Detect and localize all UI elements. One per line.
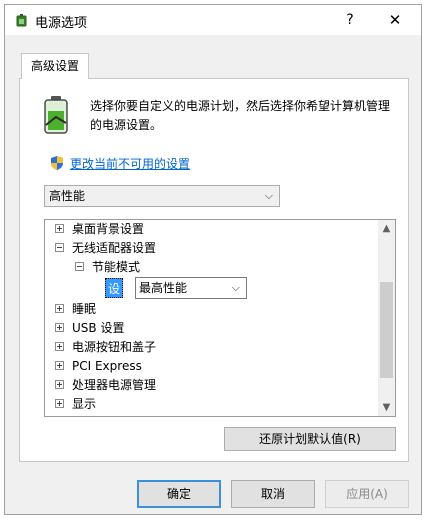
intro-text: 选择你要自定义的电源计划，然后选择你希望计算机管理的电源设置。 (90, 99, 391, 132)
settings-tree: 桌面背景设置 无线适配器设置 节能模式 设置 最高性能 ⌵ 睡眠 USB 设置 (44, 219, 396, 417)
tree-item-wireless-adapter[interactable]: 无线适配器设置 (55, 239, 156, 257)
battery-icon (44, 96, 68, 134)
tab-advanced-settings[interactable]: 高级设置 (21, 53, 89, 79)
tree-item-power-buttons-lid[interactable]: 电源按钮和盖子 (55, 338, 156, 356)
expand-icon[interactable] (55, 399, 64, 408)
power-plan-select[interactable]: 高性能 ⌵ (44, 185, 280, 207)
tree-item-sleep[interactable]: 睡眠 (55, 300, 96, 318)
restore-defaults-button[interactable]: 还原计划默认值(R) (224, 427, 396, 451)
scroll-thumb[interactable] (380, 282, 393, 378)
power-saving-mode-select[interactable]: 最高性能 ⌵ (135, 277, 247, 299)
help-button[interactable]: ? (337, 9, 363, 31)
ok-button[interactable]: 确定 (137, 480, 221, 508)
power-options-icon (16, 14, 27, 27)
expand-icon[interactable] (55, 224, 64, 233)
apply-button[interactable]: 应用(A) (325, 480, 409, 508)
expand-icon[interactable] (55, 342, 64, 351)
chevron-down-icon: ⌵ (264, 189, 273, 202)
change-unavailable-settings-link[interactable]: 更改当前不可用的设置 (70, 155, 190, 172)
scroll-up-arrow-icon[interactable]: ▲ (378, 220, 395, 237)
expand-icon[interactable] (55, 361, 64, 370)
close-button[interactable]: ✕ (380, 9, 410, 31)
uac-shield-icon (51, 156, 63, 170)
tree-item-pci-express[interactable]: PCI Express (55, 357, 142, 375)
tree-item-power-saving-mode[interactable]: 节能模式 (75, 258, 140, 276)
collapse-icon[interactable] (75, 262, 84, 271)
tree-item-desktop-background[interactable]: 桌面背景设置 (55, 220, 144, 238)
expand-icon[interactable] (55, 380, 64, 389)
power-plan-value: 高性能 (49, 189, 86, 203)
cancel-button[interactable]: 取消 (231, 480, 315, 508)
power-options-dialog: 电源选项 ? ✕ 高级设置 选择你要自定义的电源计划，然后选择你希望计算机管理的… (4, 4, 422, 515)
window-title: 电源选项 (35, 16, 88, 31)
expand-icon[interactable] (55, 323, 64, 332)
scroll-down-arrow-icon[interactable]: ▼ (378, 399, 395, 416)
tree-item-usb-settings[interactable]: USB 设置 (55, 319, 124, 337)
chevron-down-icon: ⌵ (231, 281, 240, 294)
setting-label: 设置 (105, 278, 124, 316)
title-bar: 电源选项 ? ✕ (5, 5, 421, 35)
power-saving-mode-value: 最高性能 (139, 281, 188, 295)
tree-item-display[interactable]: 显示 (55, 395, 96, 413)
tree-item-processor-power[interactable]: 处理器电源管理 (55, 376, 156, 394)
collapse-icon[interactable] (55, 243, 64, 252)
tree-scrollbar[interactable]: ▲ ▼ (378, 220, 395, 416)
expand-icon[interactable] (55, 304, 64, 313)
advanced-settings-panel: 选择你要自定义的电源计划，然后选择你希望计算机管理的电源设置。 更改当前不可用的… (19, 78, 409, 462)
